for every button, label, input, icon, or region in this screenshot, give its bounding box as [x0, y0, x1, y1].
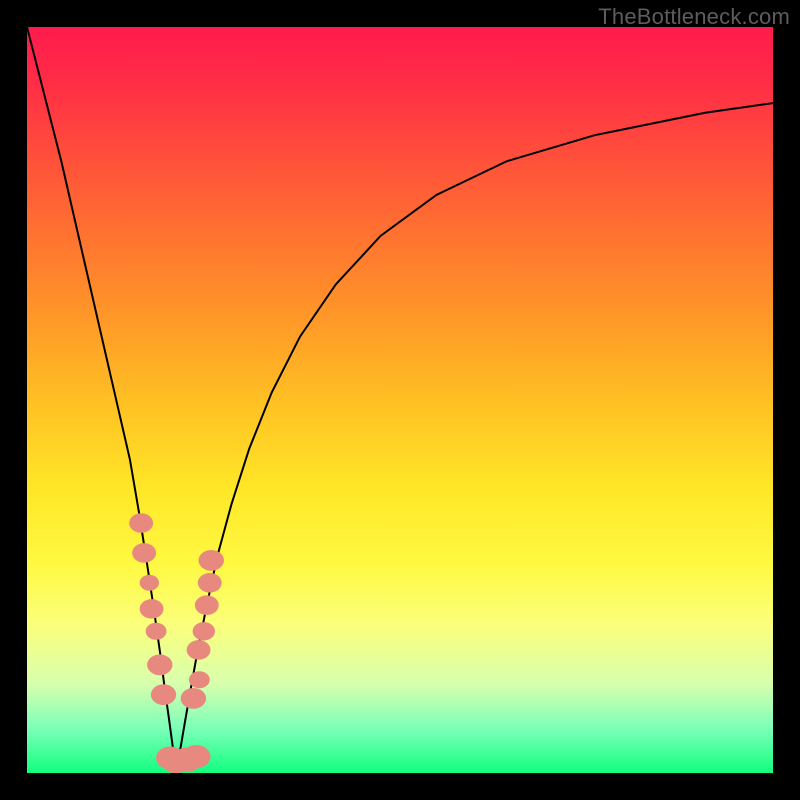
- curve-right-branch: [176, 103, 773, 770]
- data-marker: [140, 599, 164, 619]
- data-marker: [181, 688, 206, 709]
- data-marker: [147, 654, 172, 675]
- data-marker: [187, 640, 211, 660]
- data-marker: [193, 622, 215, 640]
- data-marker: [140, 575, 159, 591]
- data-marker: [182, 745, 210, 768]
- chart-frame: TheBottleneck.com: [0, 0, 800, 800]
- data-marker: [151, 684, 176, 705]
- data-marker: [189, 671, 210, 688]
- data-marker: [198, 573, 222, 593]
- watermark-text: TheBottleneck.com: [598, 4, 790, 30]
- data-marker: [129, 513, 153, 533]
- data-marker: [195, 595, 219, 615]
- plot-area: [27, 27, 773, 773]
- data-marker: [132, 543, 156, 563]
- data-marker: [146, 623, 167, 640]
- bottleneck-curve-chart: [27, 27, 773, 773]
- data-marker: [199, 550, 224, 571]
